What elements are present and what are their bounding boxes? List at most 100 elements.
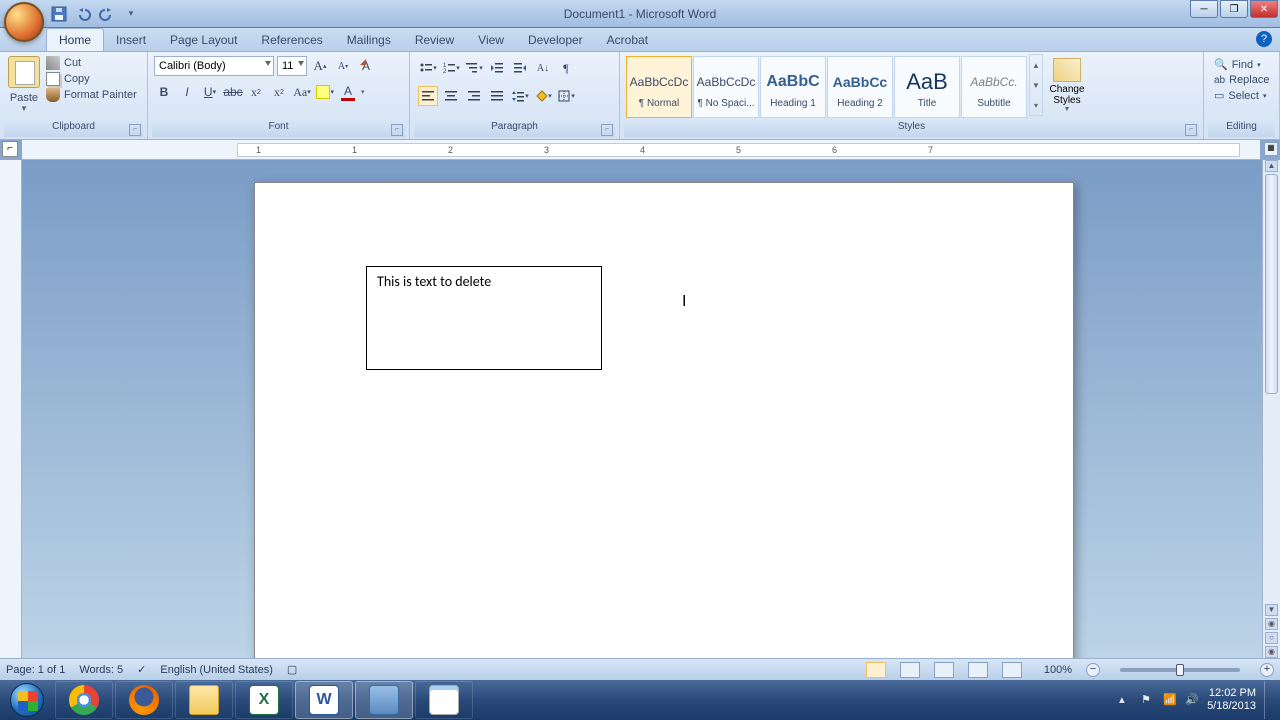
find-button[interactable]: 🔍Find▾ — [1214, 58, 1269, 71]
style-item-5[interactable]: AaBbCc.Subtitle — [961, 56, 1027, 118]
draft-view-button[interactable] — [1002, 662, 1022, 678]
select-button[interactable]: ▭Select▾ — [1214, 89, 1269, 102]
zoom-in-button[interactable]: + — [1260, 663, 1274, 677]
replace-button[interactable]: abReplace — [1214, 74, 1269, 86]
font-size-combo[interactable]: 11 — [277, 56, 307, 76]
sort-button[interactable]: A↓ — [533, 58, 553, 78]
tab-developer[interactable]: Developer — [516, 29, 595, 51]
tab-view[interactable]: View — [466, 29, 516, 51]
borders-button[interactable]: ▾ — [556, 86, 576, 106]
shrink-font-button[interactable]: A▾ — [333, 56, 353, 76]
print-layout-view-button[interactable] — [866, 662, 886, 678]
tab-insert[interactable]: Insert — [104, 29, 158, 51]
align-center-button[interactable] — [441, 86, 461, 106]
text-box[interactable]: This is text to delete — [366, 266, 602, 370]
zoom-level[interactable]: 100% — [1044, 664, 1072, 676]
superscript-button[interactable]: x2 — [269, 82, 289, 102]
status-words[interactable]: Words: 5 — [79, 664, 123, 676]
font-color-button[interactable]: A — [338, 82, 358, 102]
font-launcher[interactable]: ⌐ — [391, 124, 403, 136]
save-icon[interactable] — [50, 5, 68, 23]
zoom-slider-thumb[interactable] — [1176, 664, 1184, 676]
scroll-up-button[interactable]: ▲ — [1265, 160, 1278, 172]
network-icon[interactable]: 📶 — [1163, 693, 1177, 707]
taskbar-chrome[interactable] — [55, 681, 113, 719]
tab-review[interactable]: Review — [403, 29, 466, 51]
strikethrough-button[interactable]: abc — [223, 82, 243, 102]
format-painter-button[interactable]: Format Painter — [46, 88, 137, 102]
taskbar-firefox[interactable] — [115, 681, 173, 719]
zoom-slider[interactable] — [1120, 668, 1240, 672]
prev-page-button[interactable]: ◉ — [1265, 618, 1278, 630]
multilevel-list-button[interactable]: ▾ — [464, 58, 484, 78]
next-page-button[interactable]: ◉ — [1265, 646, 1278, 658]
full-screen-view-button[interactable] — [900, 662, 920, 678]
proofing-icon[interactable]: ✓ — [137, 663, 146, 676]
underline-button[interactable]: U▾ — [200, 82, 220, 102]
change-styles-button[interactable]: Change Styles ▼ — [1043, 54, 1091, 113]
style-item-0[interactable]: AaBbCcDc¶ Normal — [626, 56, 692, 118]
clock[interactable]: 12:02 PM 5/18/2013 — [1207, 687, 1256, 713]
action-center-icon[interactable]: ⚑ — [1141, 693, 1155, 707]
redo-icon[interactable] — [98, 5, 116, 23]
styles-more-button[interactable]: ▲▼▾ — [1029, 54, 1043, 116]
style-item-1[interactable]: AaBbCcDc¶ No Spaci... — [693, 56, 759, 118]
scroll-thumb[interactable] — [1265, 174, 1278, 394]
qat-customize-icon[interactable]: ▾ — [122, 5, 140, 23]
align-right-button[interactable] — [464, 86, 484, 106]
view-ruler-button[interactable]: ▦ — [1264, 142, 1278, 156]
styles-gallery[interactable]: AaBbCcDc¶ NormalAaBbCcDc¶ No Spaci...AaB… — [624, 54, 1029, 120]
justify-button[interactable] — [487, 86, 507, 106]
decrease-indent-button[interactable] — [487, 58, 507, 78]
line-spacing-button[interactable]: ▾ — [510, 86, 530, 106]
clear-formatting-button[interactable]: A◢ — [356, 56, 376, 76]
bullets-button[interactable]: ▾ — [418, 58, 438, 78]
subscript-button[interactable]: x2 — [246, 82, 266, 102]
bold-button[interactable]: B — [154, 82, 174, 102]
style-item-3[interactable]: AaBbCcHeading 2 — [827, 56, 893, 118]
styles-launcher[interactable]: ⌐ — [1185, 124, 1197, 136]
document-area[interactable]: I This is text to delete — [22, 160, 1262, 658]
status-language[interactable]: English (United States) — [160, 664, 273, 676]
style-item-2[interactable]: AaBbCHeading 1 — [760, 56, 826, 118]
zoom-out-button[interactable]: − — [1086, 663, 1100, 677]
tray-expand-icon[interactable]: ▴ — [1119, 693, 1133, 707]
start-button[interactable] — [0, 680, 54, 720]
tab-references[interactable]: References — [249, 29, 334, 51]
horizontal-ruler[interactable]: ⌐ 11234567 ▦ — [22, 140, 1260, 160]
tab-mailings[interactable]: Mailings — [335, 29, 403, 51]
taskbar-word[interactable]: W — [295, 681, 353, 719]
scroll-down-button[interactable]: ▼ — [1265, 604, 1278, 616]
change-case-button[interactable]: Aa▾ — [292, 82, 312, 102]
show-desktop-button[interactable] — [1264, 681, 1274, 719]
vertical-scrollbar[interactable]: ▲ ▼ ◉ ○ ◉ — [1262, 160, 1280, 658]
taskbar-app-2[interactable] — [355, 681, 413, 719]
maximize-button[interactable]: ❐ — [1220, 0, 1248, 18]
browse-object-button[interactable]: ○ — [1265, 632, 1278, 644]
font-name-combo[interactable]: Calibri (Body) — [154, 56, 274, 76]
outline-view-button[interactable] — [968, 662, 988, 678]
macro-record-icon[interactable]: ▢ — [287, 663, 297, 676]
copy-button[interactable]: Copy — [46, 72, 137, 86]
taskbar-notepad[interactable] — [415, 681, 473, 719]
increase-indent-button[interactable] — [510, 58, 530, 78]
undo-icon[interactable] — [74, 5, 92, 23]
clipboard-launcher[interactable]: ⌐ — [129, 124, 141, 136]
vertical-ruler[interactable] — [0, 160, 22, 658]
highlight-button[interactable]: ▾ — [315, 82, 335, 102]
web-layout-view-button[interactable] — [934, 662, 954, 678]
help-button[interactable]: ? — [1256, 31, 1272, 47]
grow-font-button[interactable]: A▴ — [310, 56, 330, 76]
taskbar-excel[interactable]: X — [235, 681, 293, 719]
show-marks-button[interactable]: ¶ — [556, 58, 576, 78]
tab-home[interactable]: Home — [46, 28, 104, 51]
tab-selector[interactable]: ⌐ — [2, 141, 18, 157]
shading-button[interactable]: ▾ — [533, 86, 553, 106]
page[interactable]: I — [254, 182, 1074, 658]
align-left-button[interactable] — [418, 86, 438, 106]
style-item-4[interactable]: AaBTitle — [894, 56, 960, 118]
tab-acrobat[interactable]: Acrobat — [595, 29, 660, 51]
taskbar-explorer[interactable] — [175, 681, 233, 719]
numbering-button[interactable]: 12▾ — [441, 58, 461, 78]
office-button[interactable] — [4, 2, 44, 42]
